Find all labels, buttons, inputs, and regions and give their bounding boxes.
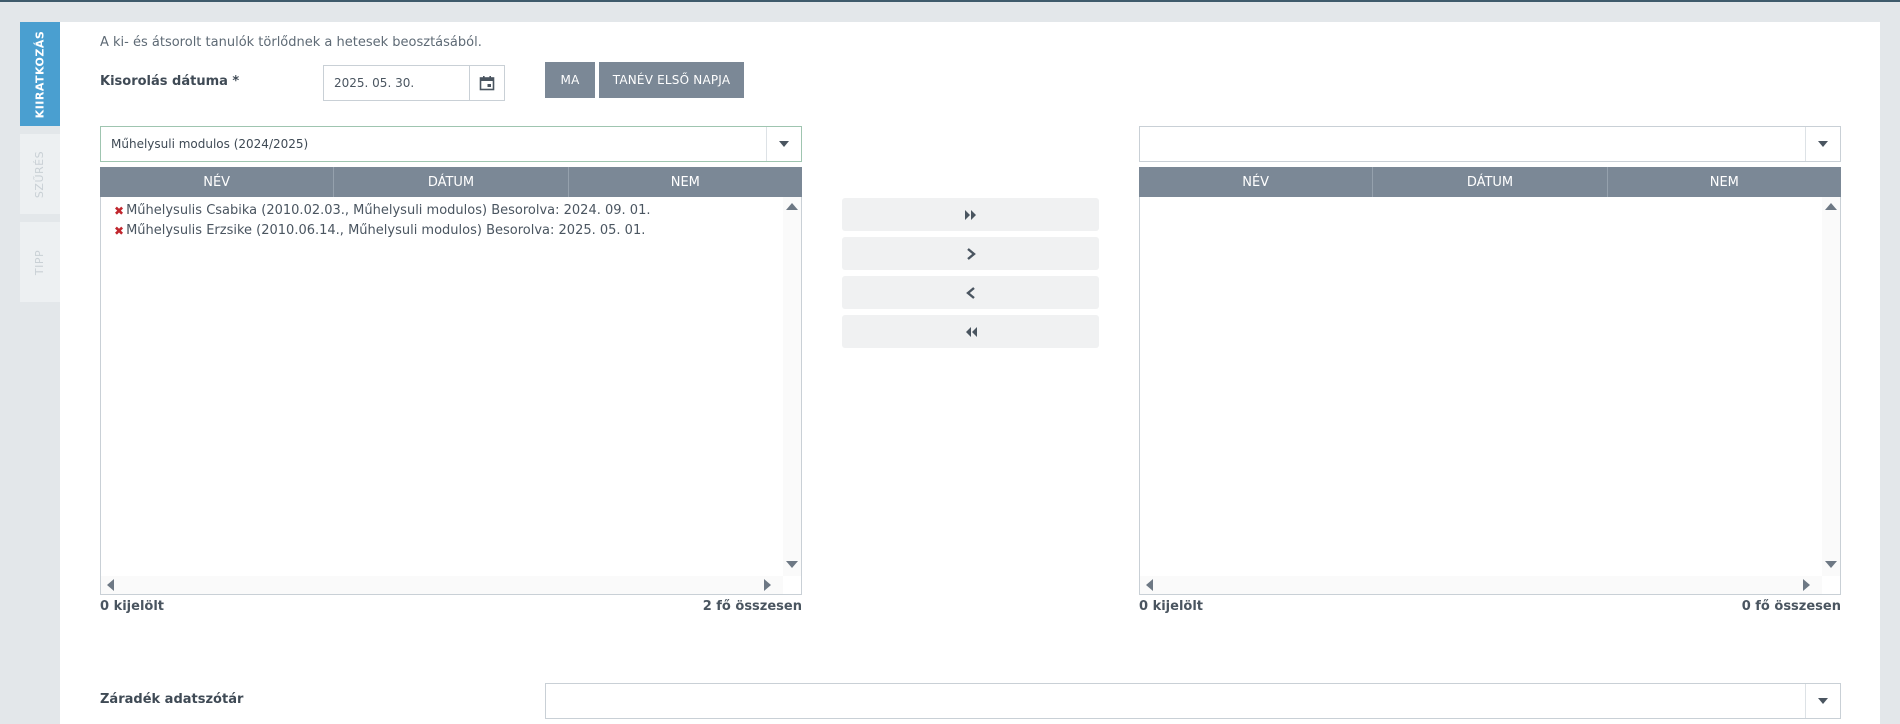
scroll-down-icon[interactable] [1825, 561, 1837, 568]
today-button[interactable]: MA [545, 62, 595, 98]
date-value: 2025. 05. 30. [334, 76, 415, 90]
left-grid-header: NÉV DÁTUM NEM [100, 167, 802, 197]
date-input[interactable]: 2025. 05. 30. [323, 65, 505, 101]
left-group-select[interactable]: Műhelysuli modulos (2024/2025) [100, 126, 802, 162]
scroll-left-icon[interactable] [1146, 579, 1153, 591]
clause-select[interactable] [545, 683, 1841, 719]
scroll-right-icon[interactable] [1803, 579, 1810, 591]
scroll-up-icon[interactable] [1825, 203, 1837, 210]
chevron-left-icon [965, 286, 975, 299]
tab-tipp[interactable]: TIPP [20, 222, 60, 302]
chevron-right-icon [966, 247, 976, 260]
tab-tipp-label: TIPP [33, 249, 47, 275]
list-item[interactable]: ✖ Műhelysulis Erzsike (2010.06.14., Műhe… [114, 223, 645, 238]
tab-kiiratkozas[interactable]: KIIRATKOZÁS [20, 22, 60, 126]
left-col-gender[interactable]: NEM [569, 167, 802, 197]
left-selected-count: 0 kijelölt [100, 599, 165, 614]
scroll-down-icon[interactable] [786, 561, 798, 568]
remove-icon: ✖ [114, 203, 125, 218]
info-text: A ki- és átsorolt tanulók törlődnek a he… [100, 35, 482, 50]
chevron-down-icon[interactable] [1805, 684, 1840, 718]
clause-label: Záradék adatszótár [100, 692, 244, 707]
tab-kiiratkozas-label: KIIRATKOZÁS [33, 30, 47, 118]
main-panel: A ki- és átsorolt tanulók törlődnek a he… [60, 22, 1880, 724]
right-horizontal-scrollbar[interactable] [1140, 576, 1822, 594]
remove-icon: ✖ [114, 223, 125, 238]
right-vertical-scrollbar[interactable] [1822, 197, 1840, 576]
scroll-up-icon[interactable] [786, 203, 798, 210]
chevron-down-icon[interactable] [1805, 127, 1840, 161]
left-col-name[interactable]: NÉV [100, 167, 335, 197]
move-all-right-button[interactable] [842, 198, 1099, 231]
calendar-icon[interactable] [469, 66, 504, 100]
list-item[interactable]: ✖ Műhelysulis Csabika (2010.02.03., Műhe… [114, 203, 650, 218]
left-col-date[interactable]: DÁTUM [334, 167, 569, 197]
chevron-down-icon[interactable] [766, 127, 801, 161]
scroll-left-icon[interactable] [107, 579, 114, 591]
right-col-date[interactable]: DÁTUM [1373, 167, 1608, 197]
scroll-right-icon[interactable] [764, 579, 771, 591]
date-label: Kisorolás dátuma * [100, 74, 240, 89]
right-selected-count: 0 kijelölt [1139, 599, 1204, 614]
list-item-text: Műhelysulis Csabika (2010.02.03., Műhely… [126, 203, 651, 218]
side-tabs: KIIRATKOZÁS SZŰRÉS TIPP [20, 22, 60, 310]
tab-szures-label: SZŰRÉS [33, 150, 47, 198]
right-grid-header: NÉV DÁTUM NEM [1139, 167, 1841, 197]
left-grid-body: ✖ Műhelysulis Csabika (2010.02.03., Műhe… [100, 197, 802, 595]
left-group-value: Műhelysuli modulos (2024/2025) [111, 137, 309, 151]
left-total-count: 2 fő összesen [702, 599, 802, 614]
double-chevron-left-icon [965, 326, 977, 337]
move-all-left-button[interactable] [842, 315, 1099, 348]
top-bar [0, 0, 1900, 2]
left-vertical-scrollbar[interactable] [783, 197, 801, 576]
right-col-name[interactable]: NÉV [1139, 167, 1374, 197]
right-group-select[interactable] [1139, 126, 1841, 162]
first-day-button[interactable]: TANÉV ELSŐ NAPJA [599, 62, 744, 98]
right-total-count: 0 fő összesen [1741, 599, 1841, 614]
move-right-button[interactable] [842, 237, 1099, 270]
left-horizontal-scrollbar[interactable] [101, 576, 783, 594]
right-col-gender[interactable]: NEM [1608, 167, 1841, 197]
double-chevron-right-icon [964, 209, 976, 220]
list-item-text: Műhelysulis Erzsike (2010.06.14., Műhely… [126, 223, 646, 238]
move-left-button[interactable] [842, 276, 1099, 309]
tab-szures[interactable]: SZŰRÉS [20, 134, 60, 214]
right-grid-body [1139, 197, 1841, 595]
